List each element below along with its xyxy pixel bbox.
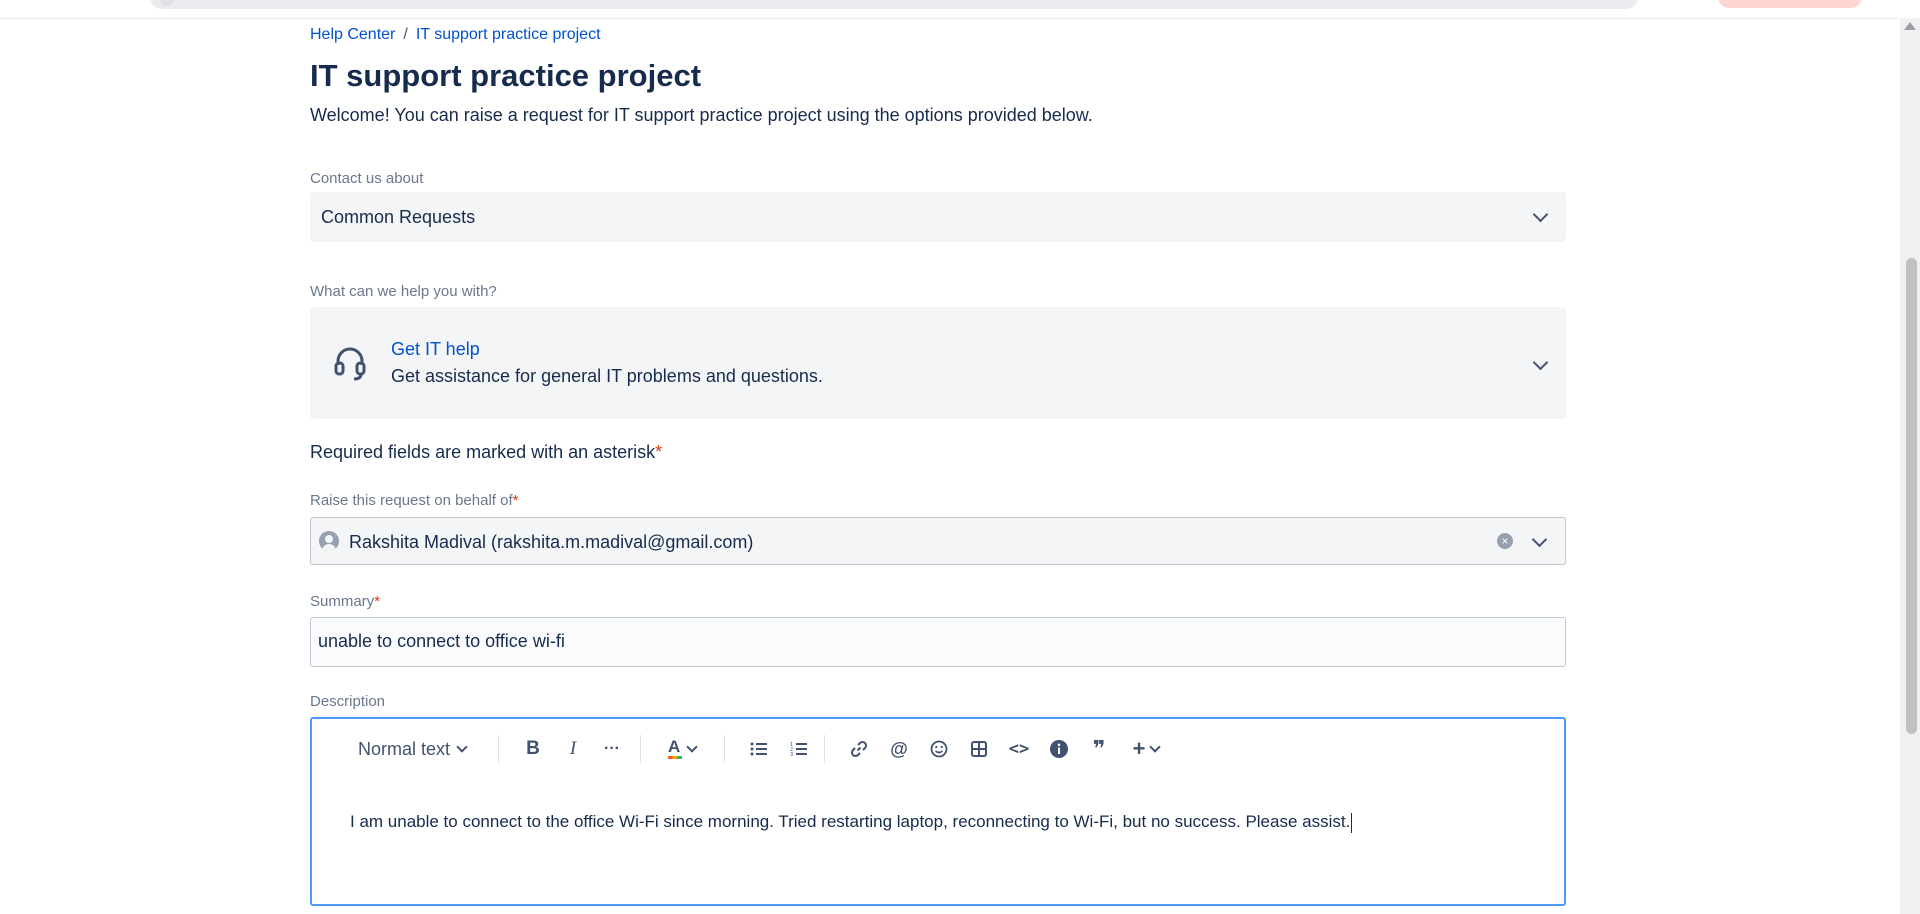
top-bar [0,0,1920,19]
quote-icon[interactable]: ❞ [1086,736,1112,761]
text-color-glyph: A [668,737,681,756]
required-note-text: Required fields are marked with an aster… [310,442,656,462]
scrollbar-thumb[interactable] [1906,258,1917,734]
breadcrumb-separator: / [403,26,408,43]
request-type-description: Get assistance for general IT problems a… [391,366,823,386]
contact-select-value: Common Requests [321,207,476,227]
table-icon[interactable] [966,737,992,761]
editor-toolbar: Normal text B I ··· A 123 @ <> ❞ + [312,719,1564,779]
toolbar-divider [824,735,825,763]
text-style-label: Normal text [357,738,451,759]
insert-more-button[interactable]: + [1126,736,1166,761]
on-behalf-of-value: Rakshita Madival (rakshita.m.madival@gma… [349,532,754,552]
required-asterisk: * [655,442,663,462]
required-fields-note: Required fields are marked with an aster… [310,442,662,463]
chevron-down-icon [1532,206,1549,223]
italic-icon[interactable]: I [560,737,586,761]
numbered-list-icon[interactable]: 123 [786,737,812,761]
scroll-up-arrow-icon[interactable] [1904,22,1916,30]
breadcrumb-help-center[interactable]: Help Center [310,26,395,43]
text-color-icon: A [668,737,682,759]
text-cursor [1351,812,1353,833]
welcome-text: Welcome! You can raise a request for IT … [310,105,1093,125]
top-action-button[interactable] [1718,0,1862,8]
description-editor[interactable]: Normal text B I ··· A 123 @ <> ❞ + I am … [310,717,1566,906]
text-color-button[interactable]: A [662,737,702,761]
emoji-icon[interactable] [926,737,952,761]
chevron-down-icon [686,741,698,753]
summary-input[interactable] [318,631,1548,652]
plus-icon: + [1132,736,1146,761]
summary-field[interactable] [310,617,1566,667]
description-text[interactable]: I am unable to connect to the office Wi-… [350,812,1353,833]
chevron-down-icon [1531,531,1548,548]
bold-icon[interactable]: B [520,737,546,761]
contact-label: Contact us about [310,170,424,187]
top-search-bar[interactable] [150,0,1638,9]
on-behalf-of-select[interactable]: Rakshita Madival (rakshita.m.madival@gma… [310,517,1566,565]
description-label: Description [310,693,386,710]
chevron-down-icon [1149,741,1162,753]
bullet-list-icon[interactable] [746,737,772,761]
breadcrumb: Help Center / IT support practice project [310,26,601,44]
toolbar-divider [640,735,641,763]
link-icon[interactable] [846,737,872,761]
summary-label-text: Summary [310,593,375,610]
chevron-down-icon [1532,354,1549,371]
required-asterisk: * [512,492,519,509]
headset-icon [334,347,366,381]
clear-icon[interactable]: × [1497,533,1513,549]
more-formatting-icon[interactable]: ··· [598,737,626,761]
breadcrumb-project[interactable]: IT support practice project [416,26,601,43]
help-label: What can we help you with? [310,283,497,300]
text-style-dropdown[interactable]: Normal text [350,737,474,761]
summary-label: Summary* [310,593,380,610]
required-asterisk: * [374,593,381,610]
user-avatar-icon [319,531,339,551]
top-search-icon [160,0,174,6]
description-body: I am unable to connect to the office Wi-… [350,812,1351,831]
svg-text:3: 3 [790,752,793,757]
request-type-title: Get IT help [391,339,480,359]
page-title: IT support practice project [310,58,702,93]
code-icon[interactable]: <> [1006,737,1032,761]
contact-us-about-select[interactable]: Common Requests [310,192,1566,242]
request-type-select[interactable]: Get IT help Get assistance for general I… [310,307,1566,419]
toolbar-divider [498,735,499,763]
info-panel-icon[interactable] [1046,737,1072,761]
mention-icon[interactable]: @ [886,737,912,761]
chevron-down-icon [456,741,468,753]
toolbar-divider [724,735,725,763]
behalf-label-text: Raise this request on behalf of [310,492,513,509]
behalf-label: Raise this request on behalf of* [310,492,518,509]
